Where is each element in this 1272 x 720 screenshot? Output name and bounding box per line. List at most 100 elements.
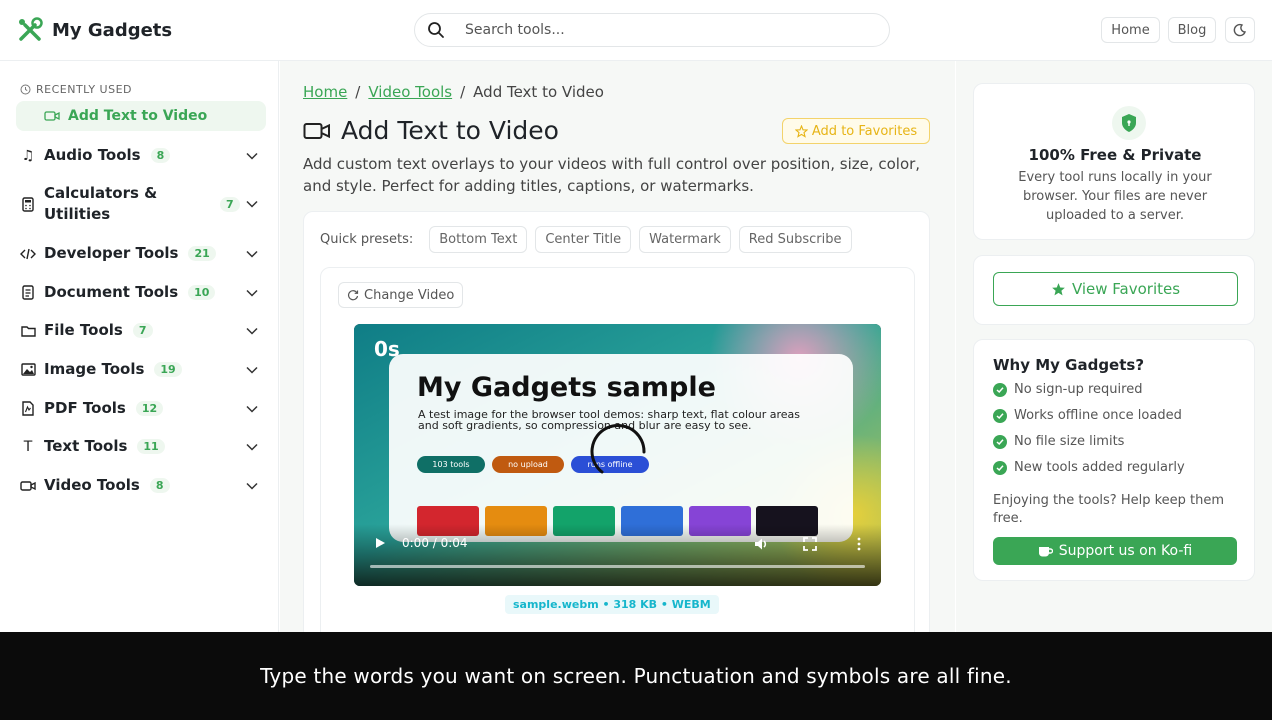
count-badge: 12 [135, 401, 164, 416]
count-badge: 19 [154, 362, 182, 377]
video-controls-gradient [354, 524, 881, 586]
code-icon [20, 246, 36, 262]
breadcrumb: Home / Video Tools / Add Text to Video [303, 83, 604, 101]
sidebar-item-pdf-tools[interactable]: PDF Tools 12 [20, 398, 264, 419]
sidebar-item-label: Document Tools [44, 283, 179, 301]
sidebar-item-label: Video Tools [44, 476, 140, 494]
recent-item-label: Add Text to Video [68, 108, 208, 124]
free-private-text: Every tool runs locally in your browser.… [1018, 170, 1212, 223]
video-camera-icon [44, 111, 60, 121]
shield-icon [1122, 114, 1136, 132]
preset-red-subscribe-button[interactable]: Red Subscribe [738, 226, 852, 253]
free-private-card: 100% Free & Private Every tool runs loca… [973, 83, 1255, 240]
refresh-icon [347, 290, 359, 301]
coffee-cup-icon [1038, 547, 1053, 557]
frame-pill: no upload [492, 456, 564, 473]
why-item-text: Works offline once loaded [1014, 408, 1182, 423]
sidebar-item-audio-tools[interactable]: ♫ Audio Tools 8 [20, 145, 264, 166]
frame-pill: 103 tools [417, 456, 485, 473]
shield-icon-wrapper [1112, 106, 1146, 140]
chevron-down-icon [246, 200, 258, 208]
sidebar-item-label: Developer Tools [44, 244, 179, 262]
breadcrumb-separator: / [355, 83, 361, 101]
tool-panel: Quick presets: Bottom Text Center Title … [303, 211, 930, 647]
sidebar-item-calculators[interactable]: Calculators & Utilities 7 [20, 183, 264, 225]
count-badge: 7 [132, 323, 153, 338]
file-info-badge: sample.webm • 318 KB • WEBM [505, 595, 719, 614]
count-badge: 7 [220, 196, 240, 212]
chevron-down-icon [246, 443, 258, 451]
music-note-icon: ♫ [21, 147, 35, 164]
site-logo[interactable]: My Gadgets [16, 16, 172, 44]
breadcrumb-video-tools-link[interactable]: Video Tools [368, 83, 452, 101]
sidebar-item-label: Image Tools [44, 360, 145, 378]
quick-presets: Quick presets: Bottom Text Center Title … [320, 226, 852, 253]
chevron-down-icon [246, 405, 258, 413]
support-kofi-button[interactable]: Support us on Ko-fi [993, 537, 1237, 565]
change-video-button[interactable]: Change Video [338, 282, 464, 308]
frame-title: My Gadgets sample [417, 372, 716, 403]
favorites-card: View Favorites [973, 255, 1255, 325]
breadcrumb-separator: / [460, 83, 466, 101]
count-badge: 21 [188, 246, 216, 261]
caption-text: Type the words you want on screen. Punct… [260, 664, 1012, 688]
count-badge: 8 [149, 478, 170, 493]
recent-item-add-text-to-video[interactable]: Add Text to Video [16, 101, 266, 131]
check-circle-icon [993, 408, 1007, 423]
fullscreen-icon[interactable] [802, 536, 818, 552]
sidebar: RECENTLY USED Add Text to Video ♫ Audio … [0, 61, 279, 632]
main-content: Home / Video Tools / Add Text to Video A… [280, 61, 955, 647]
video-camera-icon [303, 122, 330, 139]
chevron-down-icon [246, 482, 258, 490]
chevron-down-icon [246, 366, 258, 374]
loading-spinner-icon [590, 424, 646, 474]
nav-blog-button[interactable]: Blog [1168, 17, 1216, 43]
sidebar-item-label-line2: Utilities [44, 205, 111, 223]
text-t-icon: T [23, 438, 33, 455]
enjoy-text: Enjoying the tools? Help keep them free. [993, 493, 1225, 526]
document-icon [20, 285, 36, 301]
volume-icon[interactable] [753, 536, 769, 552]
why-item: No sign-up required [993, 382, 1142, 397]
video-card: Change Video 0s My Gadgets sample A test… [320, 267, 915, 647]
why-item-text: New tools added regularly [1014, 460, 1185, 475]
why-title: Why My Gadgets? [993, 356, 1145, 374]
video-progress-bar[interactable] [370, 565, 865, 568]
star-icon [1052, 282, 1065, 295]
sidebar-item-file-tools[interactable]: File Tools 7 [20, 320, 264, 341]
preset-center-title-button[interactable]: Center Title [535, 226, 632, 253]
chevron-down-icon [246, 152, 258, 160]
sidebar-item-label: Calculators & Utilities [44, 183, 157, 225]
sidebar-item-developer-tools[interactable]: Developer Tools 21 [20, 243, 264, 264]
video-player[interactable]: 0s My Gadgets sample A test image for th… [354, 324, 881, 586]
search-icon [428, 22, 444, 38]
preset-bottom-text-button[interactable]: Bottom Text [429, 226, 528, 253]
sidebar-item-document-tools[interactable]: Document Tools 10 [20, 282, 264, 303]
page-title-row: Add Text to Video [303, 116, 559, 145]
chevron-down-icon [246, 289, 258, 297]
calculator-icon [20, 196, 36, 212]
search-input[interactable] [465, 22, 845, 38]
chevron-down-icon [246, 327, 258, 335]
sidebar-item-image-tools[interactable]: Image Tools 19 [20, 359, 264, 380]
play-icon[interactable] [374, 537, 386, 549]
check-circle-icon [993, 460, 1007, 475]
why-card: Why My Gadgets? No sign-up required Work… [973, 339, 1255, 581]
theme-toggle-button[interactable] [1225, 17, 1255, 43]
more-options-icon[interactable] [851, 536, 867, 552]
breadcrumb-home-link[interactable]: Home [303, 83, 347, 101]
recently-used-heading: RECENTLY USED [20, 83, 132, 96]
view-favorites-button[interactable]: View Favorites [993, 272, 1238, 306]
right-sidebar: 100% Free & Private Every tool runs loca… [956, 61, 1272, 632]
add-to-favorites-label: Add to Favorites [811, 123, 918, 139]
add-to-favorites-button[interactable]: Add to Favorites [782, 118, 930, 144]
search-bar[interactable] [414, 13, 890, 47]
sidebar-item-video-tools[interactable]: Video Tools 8 [20, 475, 264, 496]
check-circle-icon [993, 382, 1007, 397]
count-badge: 10 [188, 285, 216, 300]
nav-home-button[interactable]: Home [1101, 17, 1160, 43]
preset-watermark-button[interactable]: Watermark [639, 226, 731, 253]
sidebar-item-text-tools[interactable]: T Text Tools 11 [20, 436, 264, 457]
why-item: No file size limits [993, 434, 1124, 449]
why-item: New tools added regularly [993, 460, 1185, 475]
